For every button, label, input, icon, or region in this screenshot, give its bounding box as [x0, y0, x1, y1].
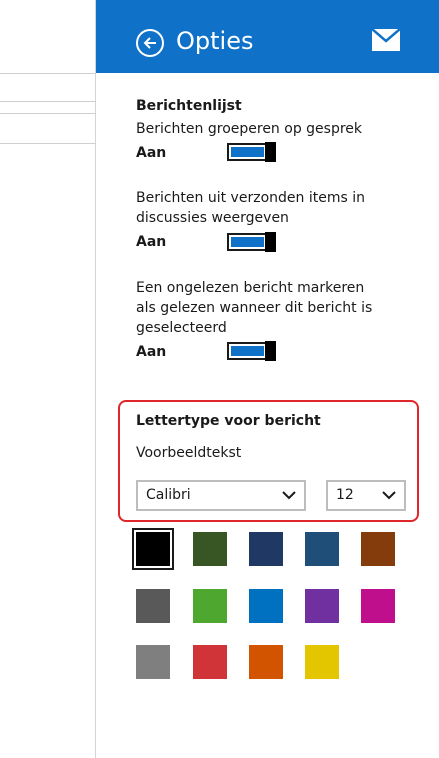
color-swatch[interactable] [305, 589, 339, 623]
toggle-thumb [265, 142, 276, 162]
message-list-pane [0, 0, 96, 758]
sample-text: Voorbeeldtekst [136, 445, 242, 461]
page-title: Opties [176, 27, 254, 55]
color-swatch[interactable] [361, 532, 395, 566]
toggle-fill [231, 237, 264, 247]
sent-items-in-conversations-toggle[interactable] [227, 232, 276, 252]
toggle-state-label: Aan [136, 234, 167, 250]
color-swatch[interactable] [249, 589, 283, 623]
color-swatch[interactable] [361, 589, 395, 623]
group-conversations-toggle[interactable] [227, 142, 276, 162]
color-swatch[interactable] [249, 645, 283, 679]
toggle-thumb [265, 232, 276, 252]
color-swatch[interactable] [305, 532, 339, 566]
divider [0, 101, 96, 102]
chevron-down-icon [382, 491, 396, 500]
toggle-track [227, 342, 267, 360]
mail-icon[interactable] [372, 29, 400, 51]
toggle-track [227, 233, 267, 251]
font-family-value: Calibri [146, 487, 191, 503]
font-size-select[interactable]: 12 [326, 480, 406, 511]
divider [0, 73, 96, 74]
color-swatch[interactable] [249, 532, 283, 566]
setting-description: Een ongelezen bericht markeren als gelez… [136, 280, 373, 336]
back-arrow-icon [143, 37, 156, 49]
toggle-fill [231, 346, 264, 356]
section-heading: Berichtenlijst [136, 98, 242, 114]
font-heading: Lettertype voor bericht [136, 413, 321, 429]
toggle-track [227, 143, 267, 161]
color-swatch[interactable] [136, 589, 170, 623]
divider [0, 143, 96, 144]
setting-description: Berichten groeperen op gesprek [136, 121, 363, 137]
toggle-fill [231, 147, 264, 157]
color-swatch[interactable] [132, 528, 174, 570]
options-header: Opties [96, 0, 439, 73]
color-swatch[interactable] [193, 589, 227, 623]
toggle-thumb [265, 341, 276, 361]
chevron-down-icon [282, 491, 296, 500]
back-button[interactable] [136, 29, 164, 57]
toggle-state-label: Aan [136, 344, 167, 360]
toggle-state-label: Aan [136, 145, 167, 161]
color-swatch[interactable] [193, 645, 227, 679]
color-swatch[interactable] [193, 532, 227, 566]
mark-as-read-toggle[interactable] [227, 341, 276, 361]
font-family-select[interactable]: Calibri [136, 480, 306, 511]
setting-description: Berichten uit verzonden items in discuss… [136, 190, 365, 226]
divider [0, 113, 96, 114]
font-size-value: 12 [336, 487, 354, 503]
color-swatch[interactable] [136, 645, 170, 679]
color-swatch[interactable] [305, 645, 339, 679]
